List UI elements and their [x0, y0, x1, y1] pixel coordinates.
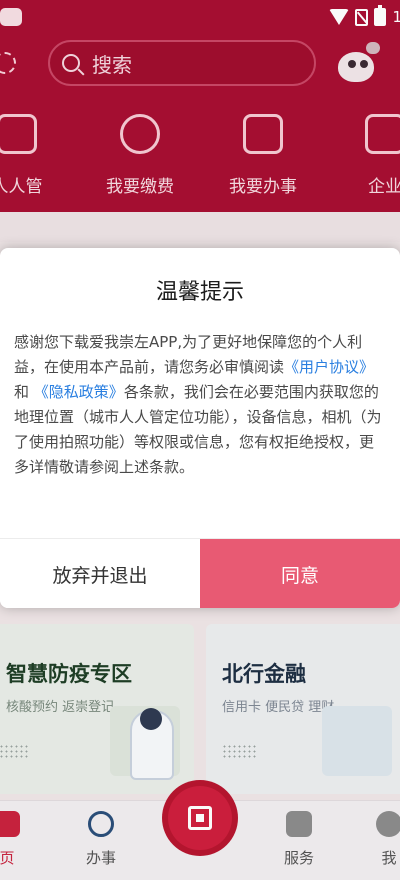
- privacy-dialog: 温馨提示 感谢您下载爱我崇左APP,为了更好地保障您的个人利益，在使用本产品前，…: [0, 248, 400, 608]
- dialog-body: 感谢您下载爱我崇左APP,为了更好地保障您的个人利益，在使用本产品前，请您务必审…: [14, 330, 388, 480]
- dialog-text: 和: [14, 383, 30, 401]
- dialog-title: 温馨提示: [155, 280, 244, 305]
- user-agreement-link[interactable]: 《用户协议》: [284, 358, 374, 376]
- exit-button[interactable]: 放弃并退出: [0, 539, 200, 608]
- privacy-policy-link[interactable]: 《隐私政策》: [34, 383, 124, 401]
- agree-button[interactable]: 同意: [200, 539, 400, 608]
- dialog-buttons: 放弃并退出 同意: [0, 538, 400, 608]
